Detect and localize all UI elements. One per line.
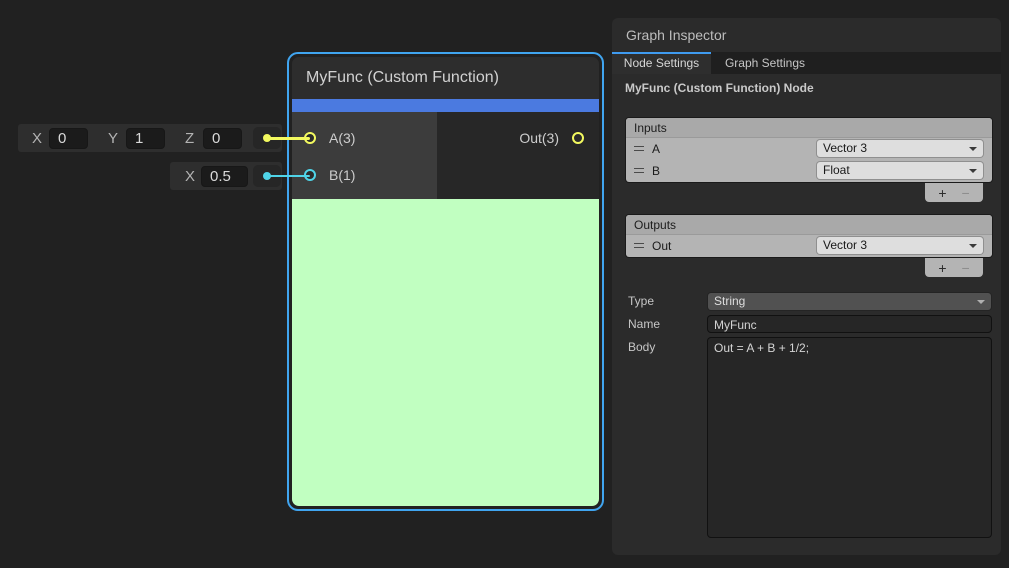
tab-node-settings[interactable]: Node Settings: [612, 52, 711, 74]
float-x-label: X: [185, 168, 195, 185]
drag-handle-icon[interactable]: [634, 146, 644, 151]
output-out-name: Out: [652, 239, 671, 253]
port-out-label: Out(3): [519, 130, 559, 146]
input-a-type-value: Vector 3: [823, 141, 867, 155]
inputs-add-remove-strip: + −: [925, 183, 983, 202]
shader-graph-canvas: X 0 Y 1 Z 0 X 0.5 MyFunc (Custom Functio…: [0, 0, 1009, 568]
inspector-title[interactable]: Graph Inspector: [612, 18, 1001, 52]
input-port-row-b: B(1): [304, 162, 355, 188]
type-label: Type: [628, 294, 654, 308]
z-value-field[interactable]: 0: [203, 128, 242, 149]
node-port-area: A(3) B(1) Out(3): [292, 112, 599, 199]
node-accent-bar: [292, 99, 599, 112]
wire-vector3-to-a[interactable]: [268, 137, 310, 140]
x-axis-label: X: [32, 130, 42, 147]
tab-graph-settings[interactable]: Graph Settings: [712, 52, 818, 74]
outputs-section: Outputs Out Vector 3: [626, 215, 992, 257]
inspector-tab-bar: Node Settings Graph Settings: [612, 52, 1001, 74]
input-b-type-dropdown[interactable]: Float: [817, 162, 983, 179]
node-preview: [292, 199, 599, 506]
drag-handle-icon[interactable]: [634, 243, 644, 248]
output-port-row-out: Out(3): [519, 125, 584, 151]
output-out-type-value: Vector 3: [823, 238, 867, 252]
type-value: String: [714, 294, 745, 308]
name-input[interactable]: MyFunc: [708, 316, 991, 332]
input-port-row-a: A(3): [304, 125, 355, 151]
body-textarea[interactable]: Out = A + B + 1/2;: [708, 338, 991, 537]
output-row-out[interactable]: Out Vector 3: [626, 235, 992, 257]
custom-function-node[interactable]: MyFunc (Custom Function) A(3) B(1) Out(3…: [292, 57, 599, 506]
input-b-name: B: [652, 164, 660, 178]
wire-float-to-b[interactable]: [268, 175, 310, 178]
outputs-section-title: Outputs: [626, 215, 992, 235]
add-output-button[interactable]: +: [938, 261, 946, 275]
y-axis-label: Y: [108, 130, 118, 147]
chevron-down-icon: [977, 300, 985, 304]
graph-inspector-panel: Graph Inspector Node Settings Graph Sett…: [612, 18, 1001, 555]
add-input-button[interactable]: +: [938, 186, 946, 200]
body-label: Body: [628, 340, 655, 354]
type-dropdown[interactable]: String: [708, 293, 991, 310]
input-b-type-value: Float: [823, 163, 850, 177]
port-b-label: B(1): [329, 167, 355, 183]
inputs-section: Inputs A Vector 3 B Float: [626, 118, 992, 182]
node-settings-heading: MyFunc (Custom Function) Node: [625, 81, 814, 95]
node-title: MyFunc (Custom Function): [292, 57, 599, 99]
inputs-section-title: Inputs: [626, 118, 992, 138]
float-value-field[interactable]: 0.5: [201, 166, 248, 187]
remove-input-button[interactable]: −: [962, 186, 970, 200]
x-value-field[interactable]: 0: [49, 128, 88, 149]
chevron-down-icon: [969, 244, 977, 248]
input-row-a[interactable]: A Vector 3: [626, 138, 992, 160]
drag-handle-icon[interactable]: [634, 168, 644, 173]
remove-output-button[interactable]: −: [962, 261, 970, 275]
input-row-b[interactable]: B Float: [626, 160, 992, 182]
port-out-icon[interactable]: [572, 132, 584, 144]
input-a-name: A: [652, 142, 660, 156]
vector3-value-widget: X 0 Y 1 Z 0: [18, 124, 282, 152]
chevron-down-icon: [969, 147, 977, 151]
port-a-label: A(3): [329, 130, 355, 146]
output-out-type-dropdown[interactable]: Vector 3: [817, 237, 983, 254]
chevron-down-icon: [969, 169, 977, 173]
z-axis-label: Z: [185, 130, 194, 147]
outputs-add-remove-strip: + −: [925, 258, 983, 277]
name-label: Name: [628, 317, 660, 331]
y-value-field[interactable]: 1: [126, 128, 165, 149]
input-a-type-dropdown[interactable]: Vector 3: [817, 140, 983, 157]
float-value-widget: X 0.5: [170, 162, 282, 190]
